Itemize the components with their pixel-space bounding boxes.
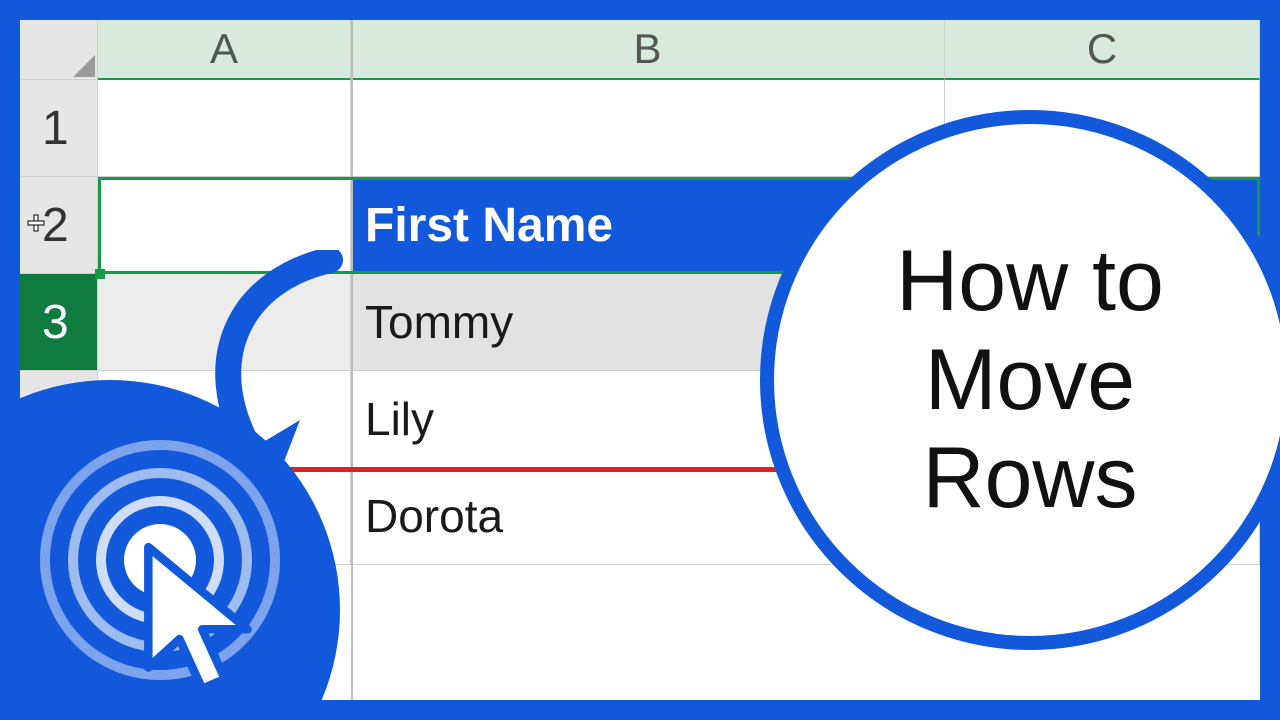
row-header-2[interactable]: 2: [20, 177, 98, 274]
row-header-3[interactable]: 3: [20, 274, 98, 371]
cursor-arrow-icon: [130, 540, 280, 710]
callout-line-2: Move: [896, 331, 1164, 430]
select-all-corner[interactable]: [20, 20, 98, 80]
col-header-A[interactable]: A: [98, 20, 351, 80]
title-callout: How to Move Rows: [760, 110, 1280, 650]
row-header-1[interactable]: 1: [20, 80, 98, 177]
thumbnail-frame: A B C 1 2 First Name me 3 Tommy 4 Lily 5…: [0, 0, 1280, 720]
cell-A1[interactable]: [98, 80, 351, 177]
cell-A3[interactable]: [98, 274, 351, 371]
cell-B1[interactable]: [351, 80, 945, 177]
callout-line-1: How to: [896, 232, 1164, 331]
cell-A2[interactable]: [98, 177, 351, 274]
callout-line-3: Rows: [896, 429, 1164, 528]
col-header-C[interactable]: C: [945, 20, 1260, 80]
col-header-B[interactable]: B: [351, 20, 945, 80]
